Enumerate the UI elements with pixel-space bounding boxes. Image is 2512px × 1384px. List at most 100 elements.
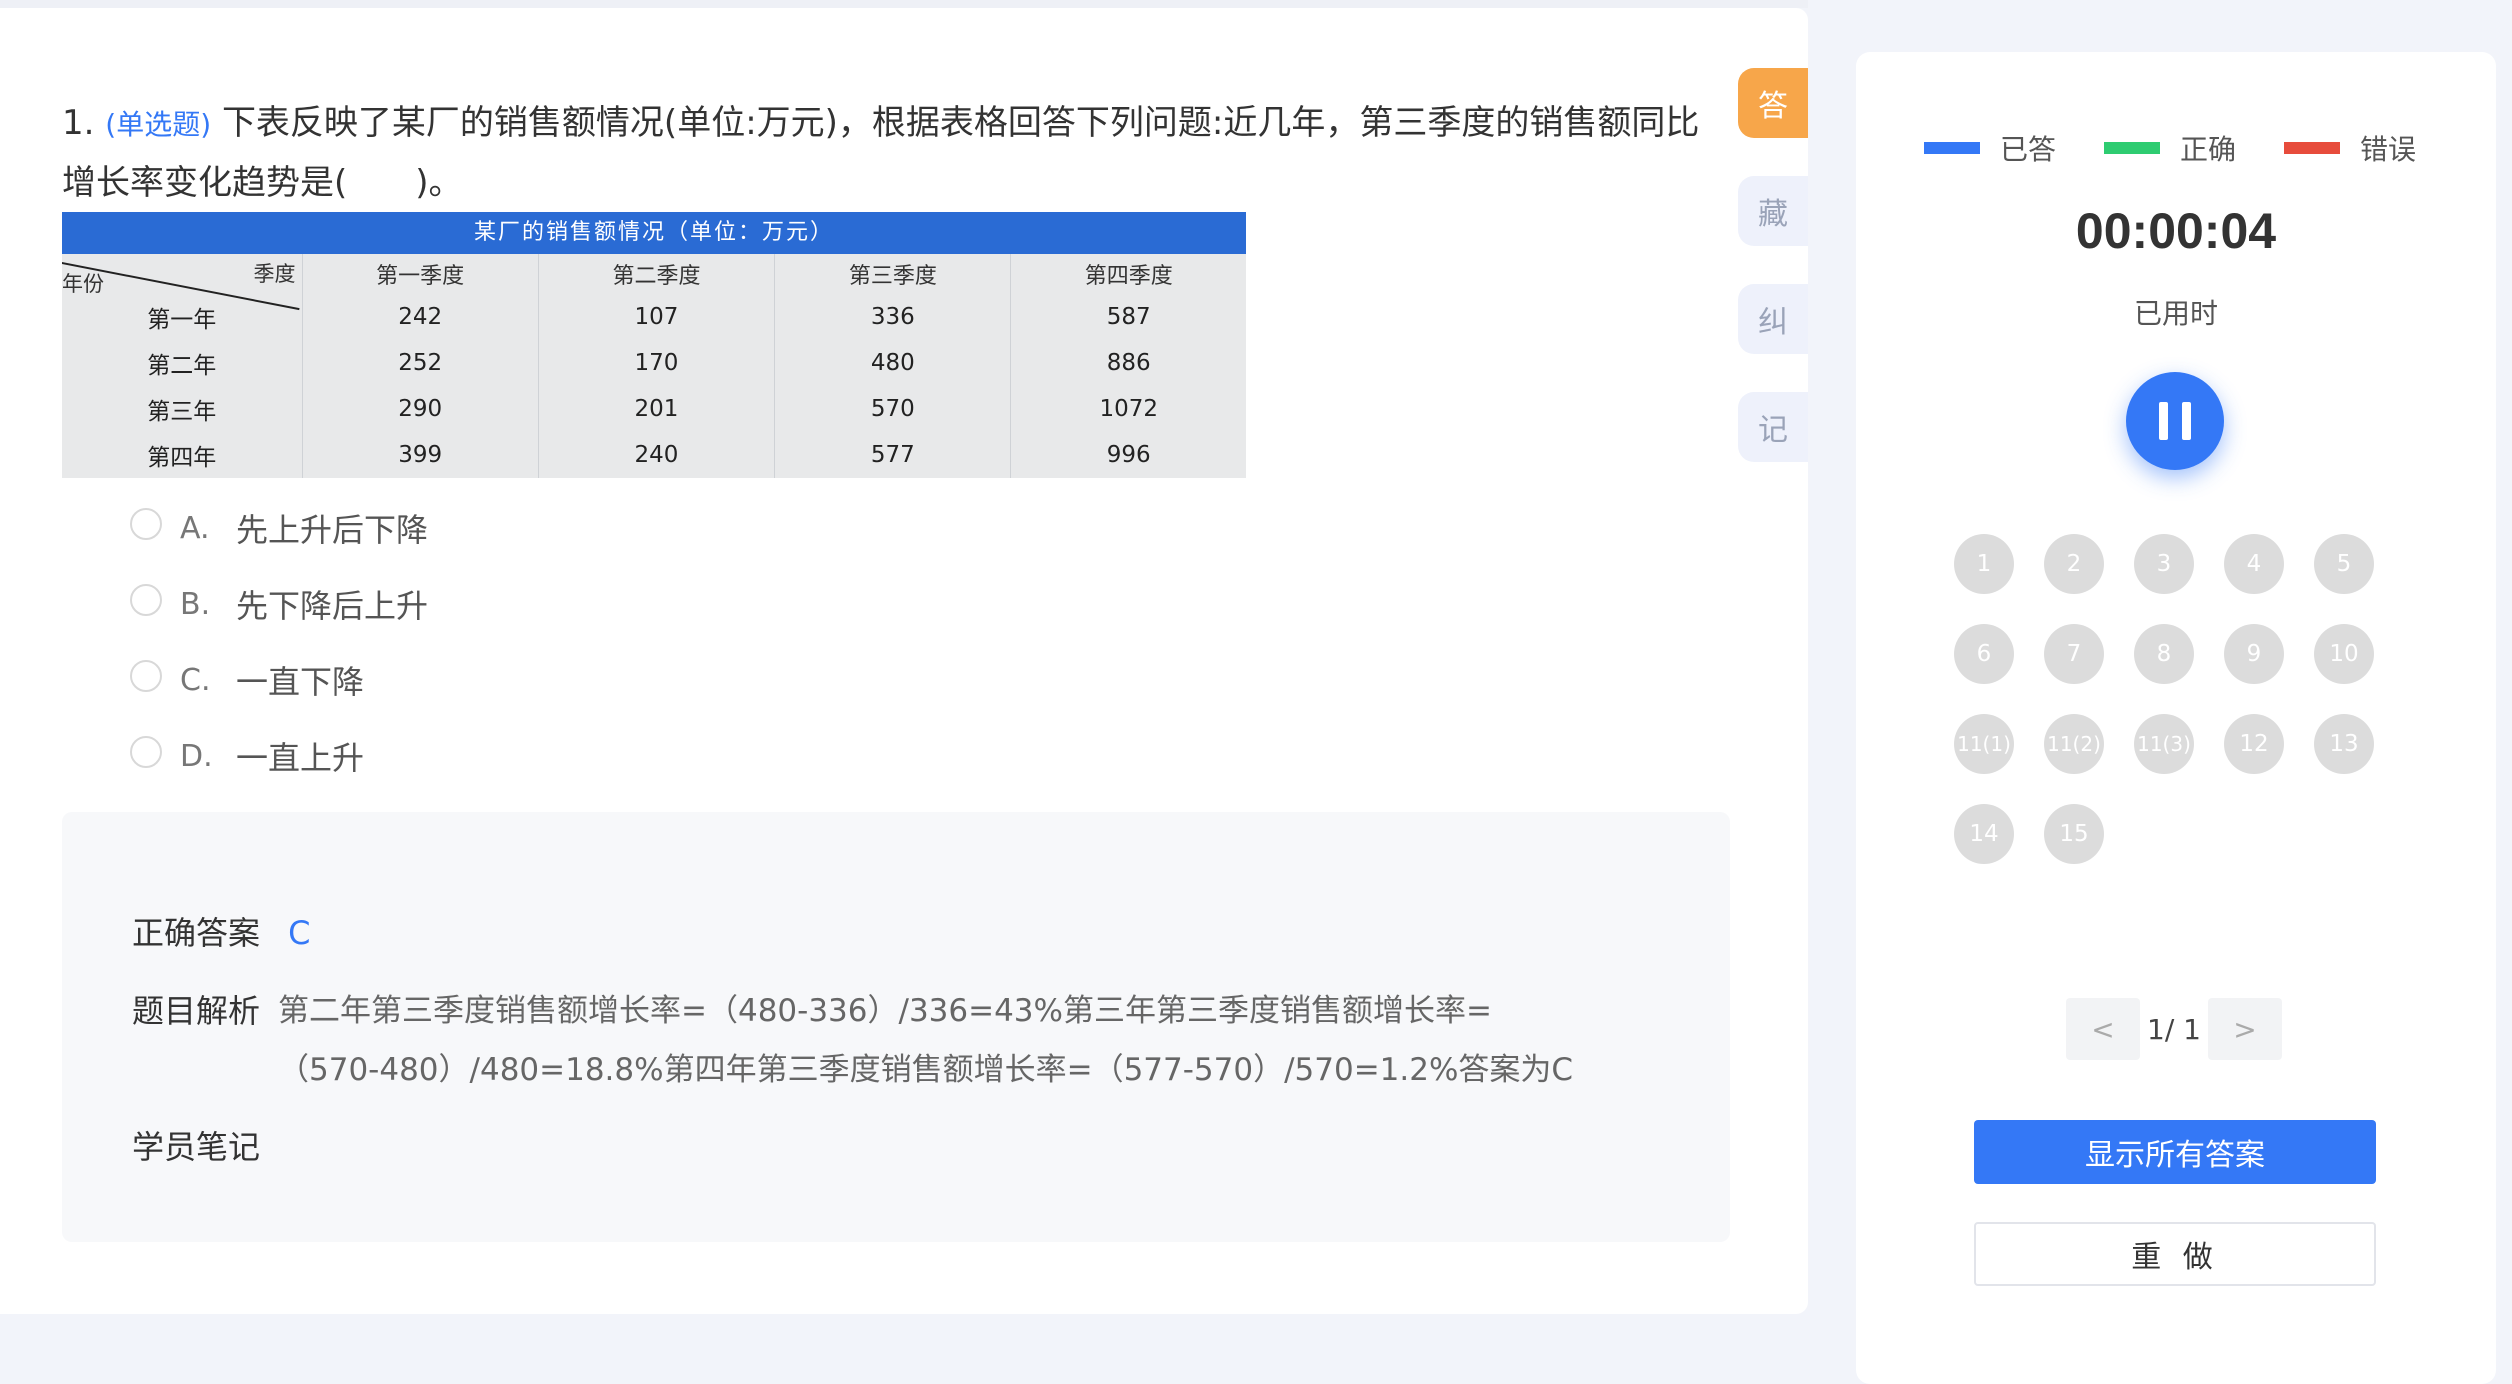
question-number-button[interactable]: 15 bbox=[2044, 804, 2104, 864]
question-number-button[interactable]: 11(1) bbox=[1954, 714, 2014, 774]
legend-correct: 正确 bbox=[2104, 128, 2236, 168]
table-row: 第二年 252 170 480 886 bbox=[62, 340, 1246, 386]
pause-icon bbox=[2159, 402, 2168, 440]
question-number-button[interactable]: 3 bbox=[2134, 534, 2194, 594]
table-cell: 170 bbox=[538, 340, 776, 386]
analysis-text: 第二年第三季度销售额增长率=（480-336）/336=43%第三年第三季度销售… bbox=[278, 993, 1574, 1088]
option-letter: A. bbox=[180, 510, 210, 546]
option-b[interactable]: B. 先下降后上升 bbox=[130, 584, 429, 625]
table-cell: 290 bbox=[302, 386, 539, 432]
table-cell: 107 bbox=[538, 294, 776, 340]
correct-answer-row: 正确答案 C bbox=[132, 908, 311, 954]
option-letter: D. bbox=[180, 738, 213, 774]
next-page-button[interactable]: > bbox=[2208, 998, 2282, 1060]
row-label: 第三年 bbox=[62, 386, 303, 432]
question-number-button[interactable]: 11(3) bbox=[2134, 714, 2194, 774]
table-row: 第三年 290 201 570 1072 bbox=[62, 386, 1246, 432]
prev-page-button[interactable]: < bbox=[2066, 998, 2140, 1060]
question-number-button[interactable]: 7 bbox=[2044, 624, 2104, 684]
timer-display: 00:00:04 bbox=[2075, 203, 2277, 259]
top-strip bbox=[0, 0, 1808, 8]
table-cell: 252 bbox=[302, 340, 539, 386]
option-d[interactable]: D. 一直上升 bbox=[130, 736, 365, 777]
question-number-button[interactable]: 4 bbox=[2224, 534, 2284, 594]
question-text: 1. (单选题) 下表反映了某厂的销售额情况(单位:万元)，根据表格回答下列问题… bbox=[62, 94, 1722, 213]
table-header: 第二季度 bbox=[538, 254, 776, 294]
pager: < 1/ 1 > bbox=[2066, 998, 2282, 1060]
correct-answer-label: 正确答案 bbox=[132, 914, 261, 952]
radio-icon[interactable] bbox=[130, 508, 162, 540]
table-cell: 201 bbox=[538, 386, 776, 432]
table-cell: 336 bbox=[774, 294, 1012, 340]
student-notes-label: 学员笔记 bbox=[132, 1128, 261, 1166]
question-number-button[interactable]: 8 bbox=[2134, 624, 2194, 684]
table-cell: 587 bbox=[1106, 304, 1151, 330]
table-header: 第三季度 bbox=[774, 254, 1012, 294]
answer-panel: 正确答案 C 题目解析 第二年第三季度销售额增长率=（480-336）/336=… bbox=[62, 812, 1730, 1242]
analysis-label: 题目解析 bbox=[132, 992, 261, 1030]
question-number-button[interactable]: 14 bbox=[1954, 804, 2014, 864]
answer-side-button[interactable]: 答 bbox=[1738, 68, 1808, 138]
answer-sheet-panel: 已答 正确 错误 00:00:04 已用时 1 2 3 4 5 6 7 8 9 10 11(1) 11… bbox=[1856, 52, 2496, 1384]
table-cell: 996 bbox=[1106, 442, 1151, 468]
sales-table-image: 某厂的销售额情况（单位：万元） 年份 季度 第一季度 第二季度 第三季度 第四季… bbox=[62, 212, 1246, 478]
table-cell: 886 bbox=[1106, 350, 1151, 376]
question-number: 1. bbox=[62, 103, 95, 143]
option-text: 一直下降 bbox=[236, 663, 365, 701]
table-row: 第四年 399 240 577 996 bbox=[62, 432, 1246, 478]
option-text: 先下降后上升 bbox=[236, 587, 429, 625]
corner-year-label: 年份 bbox=[62, 272, 104, 296]
show-all-answers-button[interactable]: 显示所有答案 bbox=[1974, 1120, 2376, 1184]
question-card: 1. (单选题) 下表反映了某厂的销售额情况(单位:万元)，根据表格回答下列问题… bbox=[0, 8, 1808, 1314]
table-header: 第一季度 bbox=[302, 254, 539, 294]
question-number-button[interactable]: 11(2) bbox=[2044, 714, 2104, 774]
table-header: 第四季度 bbox=[1084, 264, 1173, 289]
corner-season-label: 季度 bbox=[253, 262, 296, 286]
question-number-button[interactable]: 6 bbox=[1954, 624, 2014, 684]
timer-label: 已用时 bbox=[2133, 297, 2218, 330]
favorite-side-button[interactable]: 藏 bbox=[1738, 176, 1808, 246]
question-number-button[interactable]: 5 bbox=[2314, 534, 2374, 594]
legend-wrong: 错误 bbox=[2284, 128, 2416, 168]
table-cell: 242 bbox=[302, 294, 539, 340]
question-number-button[interactable]: 12 bbox=[2224, 714, 2284, 774]
table-corner: 年份 季度 bbox=[62, 254, 303, 311]
redo-button[interactable]: 重 做 bbox=[1974, 1222, 2376, 1286]
option-c[interactable]: C. 一直下降 bbox=[130, 660, 365, 701]
note-side-button[interactable]: 记 bbox=[1738, 392, 1808, 462]
question-number-button[interactable]: 2 bbox=[2044, 534, 2104, 594]
question-number-button[interactable]: 10 bbox=[2314, 624, 2374, 684]
question-stem: 下表反映了某厂的销售额情况(单位:万元)，根据表格回答下列问题:近几年，第三季度… bbox=[62, 103, 1700, 203]
radio-icon[interactable] bbox=[130, 660, 162, 692]
wrong-swatch bbox=[2284, 142, 2341, 154]
row-label: 第二年 bbox=[62, 340, 303, 386]
option-letter: C. bbox=[180, 662, 211, 698]
option-letter: B. bbox=[180, 586, 211, 622]
table-row: 第一年 242 107 336 587 bbox=[62, 294, 1246, 340]
table-cell: 570 bbox=[774, 386, 1012, 432]
report-error-side-button[interactable]: 纠 bbox=[1738, 284, 1808, 354]
table-cell: 399 bbox=[302, 432, 539, 478]
table-cell: 480 bbox=[774, 340, 1012, 386]
row-label: 第四年 bbox=[62, 432, 303, 478]
correct-swatch bbox=[2104, 142, 2161, 154]
sales-table: 年份 季度 第一季度 第二季度 第三季度 第四季度 第一年 242 107 33… bbox=[62, 254, 1246, 478]
page-indicator: 1/ 1 bbox=[2147, 1012, 2201, 1046]
legend-answered: 已答 bbox=[1924, 128, 2056, 168]
table-title: 某厂的销售额情况（单位：万元） bbox=[62, 212, 1246, 254]
question-type: (单选题) bbox=[105, 108, 212, 141]
question-number-button[interactable]: 1 bbox=[1954, 534, 2014, 594]
option-text: 先上升后下降 bbox=[236, 511, 429, 549]
legend: 已答 正确 错误 bbox=[1924, 128, 2416, 168]
table-cell: 1072 bbox=[1099, 396, 1159, 422]
question-number-button[interactable]: 13 bbox=[2314, 714, 2374, 774]
radio-icon[interactable] bbox=[130, 584, 162, 616]
table-cell: 577 bbox=[774, 432, 1012, 478]
radio-icon[interactable] bbox=[130, 736, 162, 768]
correct-answer-value: C bbox=[288, 914, 311, 952]
option-a[interactable]: A. 先上升后下降 bbox=[130, 508, 429, 549]
answered-swatch bbox=[1924, 142, 1980, 154]
pause-button[interactable] bbox=[2126, 372, 2224, 470]
question-number-button[interactable]: 9 bbox=[2224, 624, 2284, 684]
option-text: 一直上升 bbox=[236, 739, 365, 777]
